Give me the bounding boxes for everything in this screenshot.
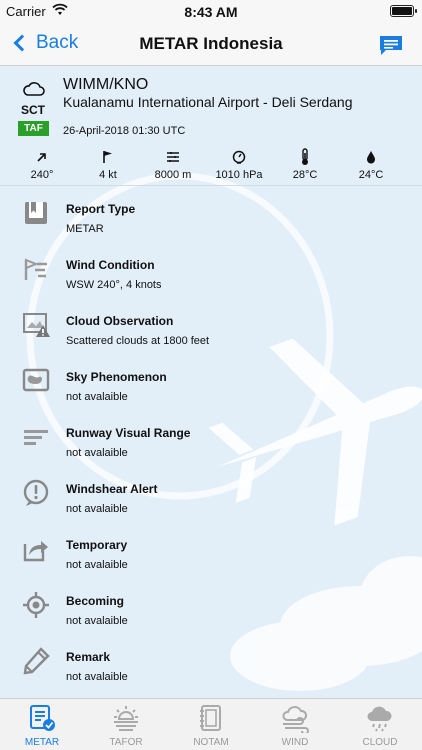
tab-label: CLOUD bbox=[362, 737, 398, 748]
metric-dew-point: 24°C bbox=[341, 148, 401, 181]
cloud-icon bbox=[23, 82, 45, 96]
row-value: WSW 240°, 4 knots bbox=[66, 279, 162, 291]
station-name: Kualanamu International Airport - Deli S… bbox=[63, 94, 353, 110]
row-runway-visual-range: Runway Visual Range not avalaible bbox=[0, 416, 422, 472]
pressure-gauge-icon bbox=[232, 150, 246, 164]
station-code: WIMM/KNO bbox=[63, 76, 149, 93]
row-becoming: Becoming not avalaible bbox=[0, 584, 422, 640]
row-value: METAR bbox=[66, 223, 104, 235]
row-value: not avalaible bbox=[66, 559, 128, 571]
metric-value: 28°C bbox=[292, 169, 318, 181]
tab-notam[interactable]: NOTAM bbox=[169, 699, 253, 750]
wind-cloud-icon bbox=[282, 706, 309, 733]
row-value: not avalaible bbox=[66, 615, 128, 627]
report-type-icon bbox=[25, 202, 47, 224]
row-title: Becoming bbox=[66, 594, 125, 608]
observation-time: 26-April-2018 01:30 UTC bbox=[63, 125, 186, 137]
row-value: Scattered clouds at 1800 feet bbox=[66, 335, 210, 347]
header-divider bbox=[0, 185, 422, 186]
metric-value: 8000 m bbox=[154, 169, 192, 181]
row-windshear-alert: Windshear Alert not avalaible bbox=[0, 472, 422, 528]
row-report-type: Report Type METAR bbox=[0, 192, 422, 248]
metric-pressure: 1010 hPa bbox=[209, 148, 269, 181]
row-title: Runway Visual Range bbox=[66, 426, 191, 440]
row-cloud-observation: Cloud Observation Scattered clouds at 18… bbox=[0, 304, 422, 360]
flag-icon bbox=[103, 151, 112, 163]
row-title: Temporary bbox=[66, 538, 128, 552]
row-title: Wind Condition bbox=[66, 258, 155, 272]
tab-label: TAFOR bbox=[109, 737, 143, 748]
taf-badge[interactable]: TAF bbox=[18, 121, 49, 136]
tab-tafor[interactable]: TAFOR bbox=[84, 699, 168, 750]
row-remark: Remark not avalaible bbox=[0, 640, 422, 696]
wind-direction-icon bbox=[37, 153, 46, 162]
visibility-icon bbox=[167, 152, 179, 162]
row-value: not avalaible bbox=[66, 503, 128, 515]
row-title: Sky Phenomenon bbox=[66, 370, 167, 384]
thermometer-icon bbox=[302, 148, 308, 165]
metric-visibility: 8000 m bbox=[143, 148, 203, 181]
metric-wind-direction: 240° bbox=[12, 148, 72, 181]
tab-label: METAR bbox=[24, 737, 60, 748]
metric-value: 24°C bbox=[358, 169, 384, 181]
tab-bar: METAR TAFOR NOTAM WIND CLOUD bbox=[0, 698, 422, 750]
clock: 8:43 AM bbox=[184, 4, 238, 20]
battery-icon bbox=[390, 5, 417, 17]
row-title: Report Type bbox=[66, 202, 136, 216]
row-temporary: Temporary not avalaible bbox=[0, 528, 422, 584]
row-value: not avalaible bbox=[66, 671, 128, 683]
windshear-alert-icon bbox=[23, 479, 49, 506]
row-title: Windshear Alert bbox=[66, 482, 158, 496]
chat-icon[interactable] bbox=[378, 34, 404, 56]
station-header: SCT TAF WIMM/KNO Kualanamu International… bbox=[0, 66, 422, 184]
metar-content: SCT TAF WIMM/KNO Kualanamu International… bbox=[0, 66, 422, 698]
tab-label: WIND bbox=[281, 737, 309, 748]
tab-wind[interactable]: WIND bbox=[253, 699, 337, 750]
row-title: Cloud Observation bbox=[66, 314, 174, 328]
metric-temperature: 28°C bbox=[275, 148, 335, 181]
page-title: METAR Indonesia bbox=[139, 34, 283, 53]
row-value: not avalaible bbox=[66, 391, 128, 403]
becoming-icon bbox=[23, 592, 49, 618]
metar-report-icon bbox=[30, 705, 55, 731]
cloud-observation-icon bbox=[23, 313, 50, 337]
row-value: not avalaible bbox=[66, 447, 128, 459]
tab-cloud[interactable]: CLOUD bbox=[338, 699, 422, 750]
tafor-sun-icon bbox=[114, 706, 138, 731]
row-title: Remark bbox=[66, 650, 111, 664]
remark-pencil-icon bbox=[23, 647, 50, 675]
metric-value: 4 kt bbox=[99, 169, 117, 181]
tab-label: NOTAM bbox=[193, 737, 229, 748]
cloud-rain-icon bbox=[367, 706, 392, 732]
runway-range-icon bbox=[24, 430, 48, 445]
temporary-icon bbox=[23, 541, 48, 562]
metric-value: 240° bbox=[30, 169, 54, 181]
dew-drop-icon bbox=[367, 151, 375, 164]
tab-metar[interactable]: METAR bbox=[0, 699, 84, 750]
metric-value: 1010 hPa bbox=[215, 169, 263, 181]
row-sky-phenomenon: Sky Phenomenon not avalaible bbox=[0, 360, 422, 416]
wind-condition-icon bbox=[24, 258, 47, 280]
sky-phenomenon-icon bbox=[22, 368, 50, 392]
row-wind-condition: Wind Condition WSW 240°, 4 knots bbox=[0, 248, 422, 304]
status-bar: Carrier 8:43 AM bbox=[0, 0, 422, 24]
cloud-cover-code: SCT bbox=[21, 103, 45, 117]
notam-notebook-icon bbox=[200, 705, 221, 731]
metric-wind-speed: 4 kt bbox=[78, 148, 138, 181]
navigation-bar: Back METAR Indonesia bbox=[0, 24, 422, 66]
